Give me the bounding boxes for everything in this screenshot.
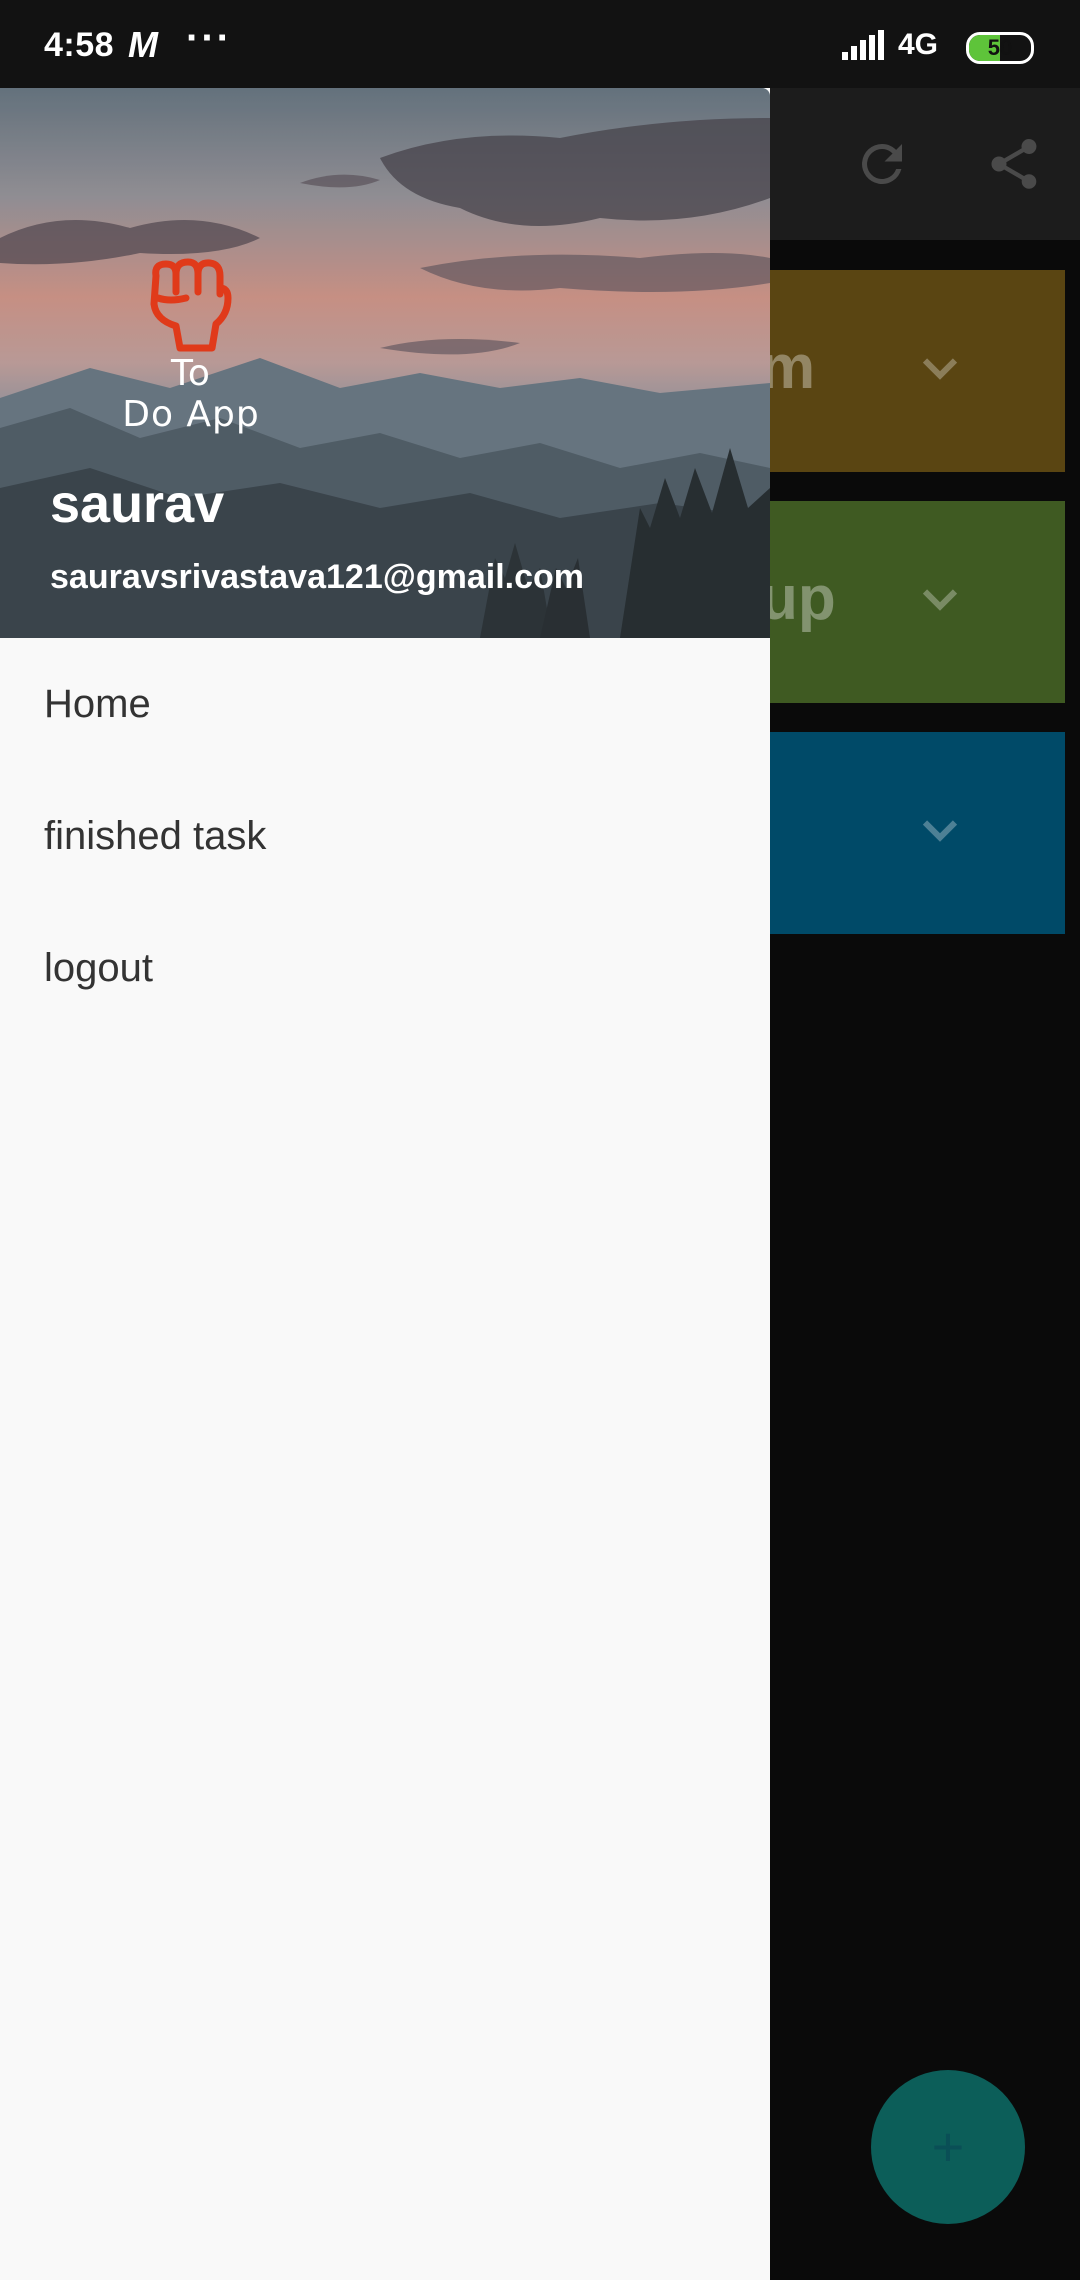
task-card-title: up (760, 564, 836, 633)
battery-icon: 50 (966, 32, 1034, 64)
app-notification-icon: M (128, 24, 158, 65)
chevron-down-icon[interactable] (910, 338, 970, 398)
chevron-down-icon[interactable] (910, 800, 970, 860)
chevron-down-icon[interactable] (910, 569, 970, 629)
menu-item-home[interactable]: Home (0, 638, 770, 770)
user-email: sauravsrivastava121@gmail.com (50, 558, 585, 596)
menu-item-label: Home (44, 682, 151, 726)
network-type: 4G (898, 28, 939, 61)
menu-item-finished-task[interactable]: finished task (0, 770, 770, 902)
logo-text-line1: To (171, 353, 211, 394)
plus-icon: + (931, 2115, 965, 2178)
user-name: saurav (50, 474, 225, 534)
drawer-menu: Home finished task logout (0, 638, 770, 1034)
navigation-drawer: To Do App saurav sauravsrivastava121@gma… (0, 88, 770, 2280)
fist-icon (150, 258, 232, 352)
menu-item-logout[interactable]: logout (0, 902, 770, 1034)
app-logo: To Do App (96, 258, 286, 438)
add-task-button[interactable]: + (871, 2070, 1025, 2224)
more-notifications-icon: ··· (186, 16, 232, 60)
share-icon[interactable] (984, 134, 1044, 194)
status-bar: 4:58 M ··· 4G 50 (0, 0, 1080, 88)
status-time: 4:58 (44, 26, 115, 64)
menu-item-label: finished task (44, 814, 267, 858)
logo-text-line2: Do App (122, 394, 260, 435)
drawer-header: To Do App saurav sauravsrivastava121@gma… (0, 88, 770, 638)
refresh-icon[interactable] (852, 134, 912, 194)
battery-level: 50 (987, 35, 1013, 60)
signal-icon (842, 30, 884, 60)
menu-item-label: logout (44, 946, 153, 990)
